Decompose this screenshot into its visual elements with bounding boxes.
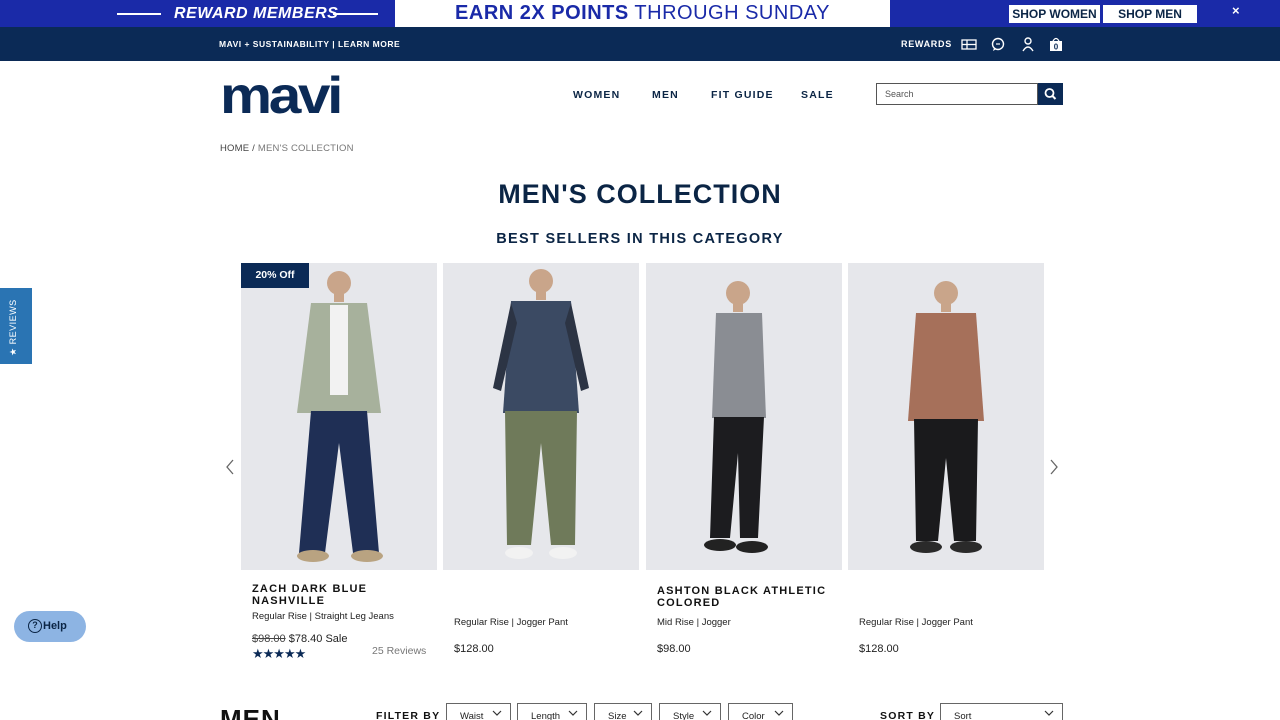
- filter-length-dropdown[interactable]: Length: [517, 703, 587, 720]
- close-promo-icon[interactable]: ×: [1232, 3, 1240, 18]
- filter-style-dropdown[interactable]: Style: [659, 703, 721, 720]
- chevron-down-icon: [1044, 710, 1054, 716]
- product-image[interactable]: 20% Off: [241, 263, 437, 570]
- reviews-tab[interactable]: ★ REVIEWS: [0, 288, 32, 364]
- product-price: $128.00: [454, 643, 494, 655]
- best-sellers-title: BEST SELLERS IN THIS CATEGORY: [496, 231, 784, 247]
- product-image[interactable]: [646, 263, 842, 570]
- question-icon: ?: [28, 619, 42, 633]
- chevron-down-icon: [633, 710, 643, 716]
- sort-dropdown[interactable]: Sort: [940, 703, 1063, 720]
- product-description: Mid Rise | Jogger: [657, 617, 731, 628]
- product-name[interactable]: ASHTON BLACK ATHLETIC COLORED: [657, 585, 837, 609]
- cart-count: 0: [1054, 43, 1059, 52]
- product-description: Regular Rise | Jogger Pant: [859, 617, 973, 628]
- page-title: MEN'S COLLECTION: [498, 179, 782, 209]
- filter-label: Waist: [460, 711, 484, 720]
- flag-icon[interactable]: [961, 36, 977, 52]
- discount-badge: 20% Off: [241, 263, 309, 288]
- old-price: $98.00: [252, 633, 286, 645]
- nav-men[interactable]: MEN: [652, 89, 679, 101]
- breadcrumb-separator: /: [249, 143, 258, 154]
- product-price: $98.00 $78.40 Sale: [252, 633, 347, 645]
- model-figure: [493, 269, 589, 559]
- chevron-down-icon: [568, 710, 578, 716]
- carousel-next-icon[interactable]: [1047, 457, 1061, 477]
- search-input[interactable]: [876, 83, 1038, 105]
- chevron-down-icon: [774, 710, 784, 716]
- product-price: $98.00: [657, 643, 691, 655]
- model-figure: [704, 281, 768, 553]
- cart-icon[interactable]: 0: [1048, 36, 1064, 52]
- filter-label: Length: [531, 711, 561, 720]
- product-description: Regular Rise | Straight Leg Jeans: [252, 611, 394, 622]
- category-heading: MEN: [220, 704, 281, 720]
- earn-points-banner[interactable]: EARN 2X POINTS THROUGH SUNDAY: [395, 0, 890, 27]
- nav-sale[interactable]: SALE: [801, 89, 834, 101]
- search-icon: [1044, 88, 1057, 100]
- reviews-count[interactable]: 25 Reviews: [372, 645, 426, 657]
- rating-stars-icon: ★★★★★: [252, 646, 306, 661]
- shop-men-button[interactable]: SHOP MEN: [1103, 5, 1197, 23]
- reward-members-label: REWARD MEMBERS: [174, 5, 339, 22]
- carousel-prev-icon[interactable]: [223, 457, 237, 477]
- earn-points-rest: THROUGH SUNDAY: [628, 2, 830, 24]
- breadcrumb-home[interactable]: HOME: [220, 143, 249, 154]
- filter-by-label: FILTER BY: [376, 710, 441, 720]
- reviews-tab-label: ★ REVIEWS: [8, 299, 18, 356]
- shop-women-button[interactable]: SHOP WOMEN: [1009, 5, 1100, 23]
- nav-women[interactable]: WOMEN: [573, 89, 620, 101]
- sale-label: Sale: [325, 633, 348, 645]
- promo-banner: REWARD MEMBERS EARN 2X POINTS THROUGH SU…: [0, 0, 1280, 27]
- filter-label: Size: [608, 711, 627, 720]
- search-button[interactable]: [1038, 83, 1063, 105]
- filter-label: Style: [673, 711, 695, 720]
- product-name[interactable]: ZACH DARK BLUE NASHVILLE: [252, 583, 432, 607]
- sort-by-label: SORT BY: [880, 710, 936, 720]
- filter-waist-dropdown[interactable]: Waist: [446, 703, 511, 720]
- filter-color-dropdown[interactable]: Color: [728, 703, 793, 720]
- sustainability-link[interactable]: MAVI + SUSTAINABILITY | LEARN MORE: [219, 39, 400, 49]
- product-image[interactable]: [848, 263, 1044, 570]
- earn-points-bold: EARN 2X POINTS: [455, 2, 629, 24]
- model-figure: [297, 271, 383, 562]
- breadcrumb-current: MEN'S COLLECTION: [257, 143, 354, 154]
- chevron-down-icon: [702, 710, 712, 716]
- chat-icon[interactable]: [990, 36, 1006, 52]
- mavi-logo[interactable]: mavi: [220, 73, 342, 117]
- logo-text: mavi: [220, 73, 340, 117]
- decorative-line: [117, 13, 161, 15]
- account-icon[interactable]: [1020, 36, 1036, 52]
- utility-bar: MAVI + SUSTAINABILITY | LEARN MORE REWAR…: [0, 27, 1280, 61]
- chevron-down-icon: [492, 710, 502, 716]
- sale-price: $78.40: [288, 633, 323, 645]
- decorative-line: [333, 13, 378, 15]
- rewards-link[interactable]: REWARDS: [901, 39, 952, 49]
- help-button[interactable]: ? Help: [14, 611, 86, 642]
- product-description: Regular Rise | Jogger Pant: [454, 617, 568, 628]
- nav-fit-guide[interactable]: FIT GUIDE: [711, 89, 774, 101]
- sort-value: Sort: [954, 711, 972, 720]
- model-figure: [908, 281, 984, 553]
- help-label: Help: [43, 620, 67, 632]
- filter-size-dropdown[interactable]: Size: [594, 703, 652, 720]
- breadcrumb: HOME / MEN'S COLLECTION: [220, 143, 354, 154]
- product-price: $128.00: [859, 643, 899, 655]
- filter-label: Color: [742, 711, 765, 720]
- product-image[interactable]: [443, 263, 639, 570]
